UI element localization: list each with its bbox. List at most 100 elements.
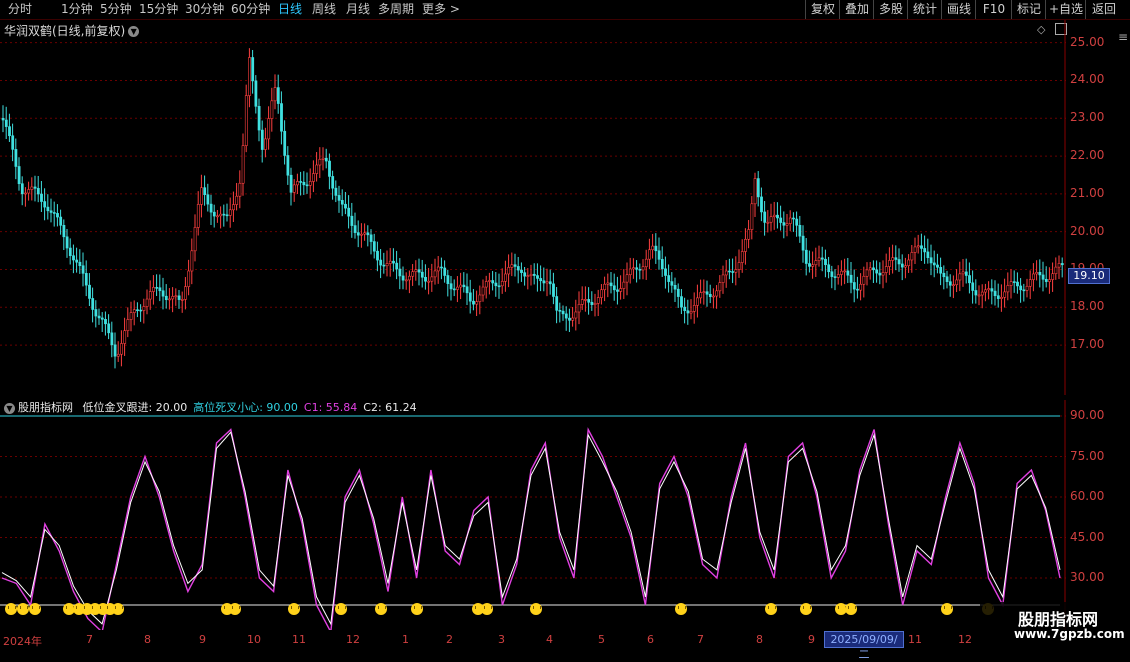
candle — [734, 269, 738, 273]
candle — [542, 280, 546, 284]
candle — [936, 264, 939, 268]
candle — [996, 295, 1000, 299]
period-tab[interactable]: 1分钟 — [61, 2, 93, 16]
date-tick: 11 — [908, 633, 922, 646]
candle — [81, 265, 85, 274]
candle — [232, 204, 235, 211]
candle — [856, 288, 859, 291]
tool-button[interactable]: +自选 — [1045, 0, 1086, 19]
candle — [190, 250, 194, 272]
candle — [619, 288, 623, 292]
candle — [593, 303, 597, 305]
candle — [216, 215, 219, 218]
tool-button[interactable]: 返回 — [1085, 0, 1122, 19]
period-tab[interactable]: 月线 — [346, 2, 370, 16]
candle — [481, 286, 485, 296]
candle — [395, 262, 399, 270]
candle — [331, 176, 335, 189]
candle — [382, 264, 386, 267]
period-tab[interactable]: 30分钟 — [185, 2, 224, 16]
candle — [168, 298, 171, 301]
candle — [145, 298, 149, 307]
candle — [209, 203, 213, 213]
candle — [385, 263, 389, 267]
candle — [632, 267, 635, 270]
tool-button[interactable]: 标记 — [1011, 0, 1046, 19]
candle — [475, 301, 479, 305]
candle — [878, 272, 882, 276]
candle — [312, 173, 315, 182]
candle — [952, 284, 955, 287]
tool-button[interactable]: 复权 — [805, 0, 840, 19]
candle — [180, 299, 184, 301]
candle — [177, 295, 181, 300]
candle — [1000, 296, 1003, 299]
candle — [340, 200, 344, 205]
candlestick-chart[interactable] — [0, 20, 1066, 395]
candle — [939, 266, 943, 274]
candle — [571, 317, 575, 321]
candle — [289, 174, 293, 193]
candle — [17, 166, 21, 185]
candle — [1006, 285, 1010, 293]
period-tab[interactable]: 更多 > — [422, 2, 460, 16]
period-tab[interactable]: 5分钟 — [100, 2, 132, 16]
candle — [596, 297, 600, 304]
indicator-chart[interactable] — [0, 400, 1066, 630]
candle — [660, 259, 664, 270]
candle — [926, 251, 930, 258]
tool-button[interactable]: 多股 — [873, 0, 908, 19]
candle — [881, 272, 885, 276]
period-tab[interactable]: 分时 — [8, 2, 32, 16]
candle — [686, 310, 690, 314]
tool-button[interactable]: 画线 — [941, 0, 976, 19]
candle — [292, 184, 296, 193]
tool-button[interactable]: 统计 — [907, 0, 942, 19]
candle — [692, 305, 696, 312]
candle — [462, 284, 466, 288]
candle — [987, 288, 991, 291]
smiley-icon — [375, 603, 387, 615]
candle — [296, 181, 299, 186]
candle — [648, 249, 651, 260]
date-tick: 1 — [402, 633, 409, 646]
candle — [420, 271, 424, 278]
candle — [718, 282, 722, 292]
candle — [830, 271, 834, 277]
candle — [590, 301, 594, 305]
candle — [958, 273, 962, 281]
candle — [136, 309, 139, 312]
candle — [222, 213, 226, 216]
candle — [942, 272, 946, 278]
date-tick: 8 — [756, 633, 763, 646]
smiley-icon — [765, 603, 777, 615]
candle — [827, 264, 831, 273]
candle — [721, 274, 725, 283]
candle — [824, 258, 827, 266]
candle — [388, 260, 392, 264]
date-tick: 5 — [598, 633, 605, 646]
candle — [251, 57, 255, 82]
period-tab[interactable]: 60分钟 — [231, 2, 270, 16]
candle — [702, 291, 706, 294]
period-tab[interactable]: 多周期 — [378, 2, 414, 16]
tool-button[interactable]: F10 — [975, 0, 1012, 19]
candle — [689, 311, 693, 314]
period-tab[interactable]: 周线 — [312, 2, 336, 16]
candle — [875, 269, 879, 274]
period-tab[interactable]: 日线 — [278, 2, 302, 16]
candle — [526, 275, 530, 277]
candle — [894, 257, 898, 260]
tool-button[interactable]: 叠加 — [839, 0, 874, 19]
period-tab[interactable]: 15分钟 — [139, 2, 178, 16]
candle — [763, 211, 767, 223]
candle — [657, 250, 661, 260]
candle — [561, 310, 565, 315]
price-tick: 23.00 — [1070, 110, 1105, 125]
indicator-tick: 30.00 — [1070, 570, 1105, 584]
candle — [654, 245, 658, 252]
candle — [840, 270, 843, 275]
price-tick: 22.00 — [1070, 148, 1105, 163]
smiley-icon — [800, 603, 812, 615]
candle — [670, 281, 674, 286]
